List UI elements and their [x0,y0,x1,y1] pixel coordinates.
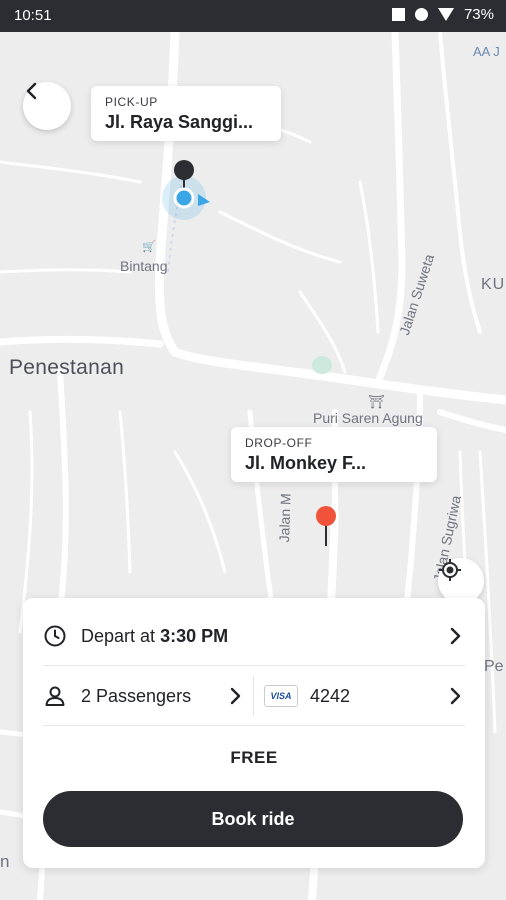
pickup-caption: PICK-UP [105,95,158,109]
passengers-payment-row: 2 Passengers VISA 4242 [43,676,465,716]
my-location-icon [439,559,461,581]
passengers-selector[interactable]: 2 Passengers [43,676,253,716]
dropoff-caption: DROP-OFF [245,436,313,450]
visa-card-icon: VISA [264,685,298,707]
payment-selector[interactable]: VISA 4242 [254,676,465,716]
battery-percent: 73% [463,6,494,23]
notification-icon [391,8,405,21]
map-label-bintang: Bintang [120,258,168,274]
wifi-icon [437,8,454,21]
passengers-count: 2 Passengers [81,685,192,706]
depart-prefix: Depart at [81,625,156,646]
back-button[interactable] [23,82,71,130]
chevron-right-icon [450,687,461,705]
record-icon [414,8,428,21]
dropoff-callout[interactable]: DROP-OFF Jl. Monkey F... [231,427,437,482]
dropoff-address: Jl. Monkey F... [245,453,367,473]
back-arrow-icon [26,82,37,100]
chevron-right-icon [450,627,461,645]
map-label-ku: KU [481,276,506,293]
book-ride-button[interactable]: Book ride [43,791,463,847]
map-label-puri-saren-agung: Puri Saren Agung [313,410,423,426]
person-icon [45,686,65,706]
shop-icon: 🛒 [142,241,156,253]
status-bar: 10:51 73% [0,0,506,32]
status-icons: 73% [391,6,494,23]
map-label-aa: AA J [473,44,500,59]
card-last4: 4242 [310,685,351,706]
divider [43,725,465,726]
booking-sheet: Depart at 3:30 PM 2 Passengers VISA 4242 [23,598,485,868]
price-label: FREE [230,748,278,767]
landmark-icon: ⛩ [368,394,385,409]
depart-label: Depart at 3:30 PM [81,626,228,647]
divider [43,665,465,666]
pickup-pin-icon [162,160,210,220]
chevron-right-icon [230,687,241,705]
pickup-callout[interactable]: PICK-UP Jl. Raya Sanggi... [91,86,281,141]
map-label-penestanan: Penestanan [9,356,125,379]
depart-time: 3:30 PM [160,625,229,646]
clock-icon [44,625,66,647]
map-label-n: n [0,852,10,871]
map-label-jalan-m: Jalan M [276,492,294,543]
map-label-pe: Pe [484,658,504,675]
dropoff-pin-icon [316,506,336,546]
depart-time-row[interactable]: Depart at 3:30 PM [43,616,465,656]
status-time: 10:51 [14,7,52,24]
pickup-address: Jl. Raya Sanggi... [105,112,254,132]
